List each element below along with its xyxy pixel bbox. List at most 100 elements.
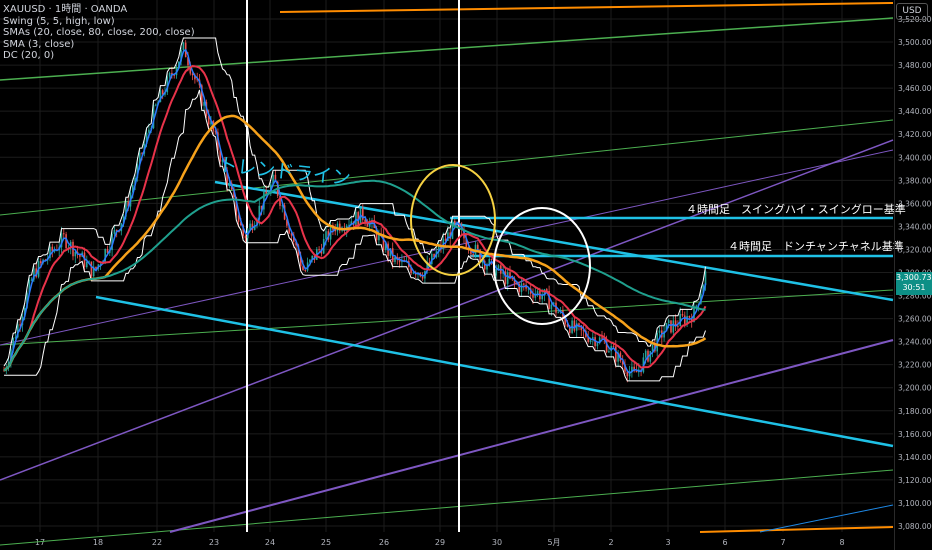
indicator-dc[interactable]: DC (20, 0) — [3, 50, 195, 62]
time-label: 8 — [839, 538, 844, 547]
candle-body — [601, 337, 603, 339]
candle-body — [454, 220, 456, 223]
candle-body — [113, 229, 116, 234]
candle-body — [412, 272, 415, 274]
swing-note-label: ４時間足 スイングハイ・スイングロー基準 — [686, 203, 906, 216]
candle-body — [615, 346, 617, 362]
background-trend-line — [699, 526, 894, 533]
time-label: 7 — [780, 538, 785, 547]
candle-body — [472, 253, 474, 255]
price-label: 3,140.000 — [898, 453, 932, 462]
candle-body — [608, 351, 610, 353]
candle-body — [40, 261, 42, 264]
price-label: 3,180.000 — [898, 407, 932, 416]
price-label: 3,400.000 — [898, 153, 932, 162]
candle-body — [681, 314, 684, 316]
candle-body — [86, 261, 88, 268]
candle-body — [155, 104, 157, 106]
candle-body — [63, 233, 65, 235]
candle-body — [550, 304, 553, 310]
time-label: 6 — [722, 538, 727, 547]
price-label: 3,100.000 — [898, 499, 932, 508]
candle-body — [486, 265, 488, 270]
background-trend-line — [0, 289, 894, 346]
price-chart-canvas[interactable]: 3,520.0003,500.0003,480.0003,460.0003,44… — [0, 0, 932, 550]
price-label: 3,200.000 — [898, 384, 932, 393]
time-label: 24 — [265, 538, 275, 547]
price-label: 3,260.000 — [898, 315, 932, 324]
candle-body — [658, 330, 661, 333]
candle-body — [325, 231, 327, 239]
symbol-title[interactable]: XAUUSD · 1時間 · OANDA — [3, 4, 195, 16]
candle-body — [523, 283, 525, 285]
candle-body — [684, 315, 686, 324]
indicator-smas[interactable]: SMAs (20, close, 80, close, 200, close) — [3, 27, 195, 39]
candle-body — [490, 259, 493, 261]
price-label: 3,080.000 — [898, 522, 932, 531]
time-label: 29 — [435, 538, 445, 547]
price-label: 3,240.000 — [898, 338, 932, 347]
candle-body — [536, 291, 539, 294]
price-label: 3,480.000 — [898, 61, 932, 70]
current-price-value: 3,300.735 — [896, 273, 932, 282]
candle-body — [677, 325, 679, 327]
time-label: 2 — [608, 538, 613, 547]
indicator-swing[interactable]: Swing (5, 5, high, low) — [3, 16, 195, 28]
price-label: 3,420.000 — [898, 130, 932, 139]
price-axis-divider — [894, 0, 895, 550]
trading-chart: 3,520.0003,500.0003,480.0003,460.0003,44… — [0, 0, 932, 550]
candle-body — [573, 320, 576, 331]
time-label: 23 — [209, 538, 219, 547]
time-label: 5月 — [547, 538, 560, 547]
candle-body — [578, 323, 580, 326]
price-label: 3,460.000 — [898, 84, 932, 93]
candle-body — [557, 312, 560, 314]
candle-body — [596, 343, 599, 347]
time-label: 30 — [492, 538, 502, 547]
time-label: 22 — [152, 538, 162, 547]
time-label: 3 — [665, 538, 670, 547]
price-label: 3,160.000 — [898, 430, 932, 439]
candle-body — [667, 320, 670, 324]
donchian-note-label: ４時間足 ドンチャンチャネル基準 — [728, 240, 904, 253]
time-label: 26 — [379, 538, 389, 547]
current-price-tag: 3,300.735 30:51 — [896, 272, 932, 295]
price-label: 3,220.000 — [898, 361, 932, 370]
candle-body — [670, 320, 672, 333]
candle-body — [168, 72, 171, 77]
candle-body — [90, 261, 93, 277]
indicator-sma3[interactable]: SMA (3, close) — [3, 39, 195, 51]
price-label: 3,340.000 — [898, 222, 932, 231]
highlight-circle-yellow — [410, 164, 496, 276]
time-label: 17 — [35, 538, 45, 547]
donchian-upper — [3, 37, 706, 367]
highlight-circle-white — [493, 207, 591, 325]
candle-body — [704, 271, 707, 286]
candle-body — [649, 351, 652, 362]
background-trend-line — [279, 2, 894, 13]
candle-body — [644, 350, 647, 358]
candle-body — [688, 316, 691, 318]
candle-body — [520, 283, 523, 292]
candle-body — [318, 249, 320, 251]
background-trend-line — [0, 469, 894, 546]
candle-body — [672, 320, 675, 333]
price-label: 3,380.000 — [898, 176, 932, 185]
candle-body — [506, 272, 509, 284]
donchian-lower — [4, 89, 706, 382]
candle-body — [355, 212, 357, 225]
candle-body — [695, 305, 698, 307]
time-label: 25 — [321, 538, 331, 547]
sma-80-line — [3, 114, 707, 372]
candle-body — [244, 235, 247, 239]
candle-body — [495, 269, 497, 276]
bar-countdown: 30:51 — [902, 283, 926, 292]
currency-button[interactable]: USD — [896, 3, 928, 20]
candle-body — [228, 183, 231, 186]
time-label: 18 — [93, 538, 103, 547]
candle-body — [635, 370, 638, 373]
candle-body — [148, 129, 150, 133]
indicator-legend: XAUUSD · 1時間 · OANDA Swing (5, 5, high, … — [3, 4, 195, 62]
candle-body — [304, 270, 307, 272]
price-label: 3,500.000 — [898, 38, 932, 47]
